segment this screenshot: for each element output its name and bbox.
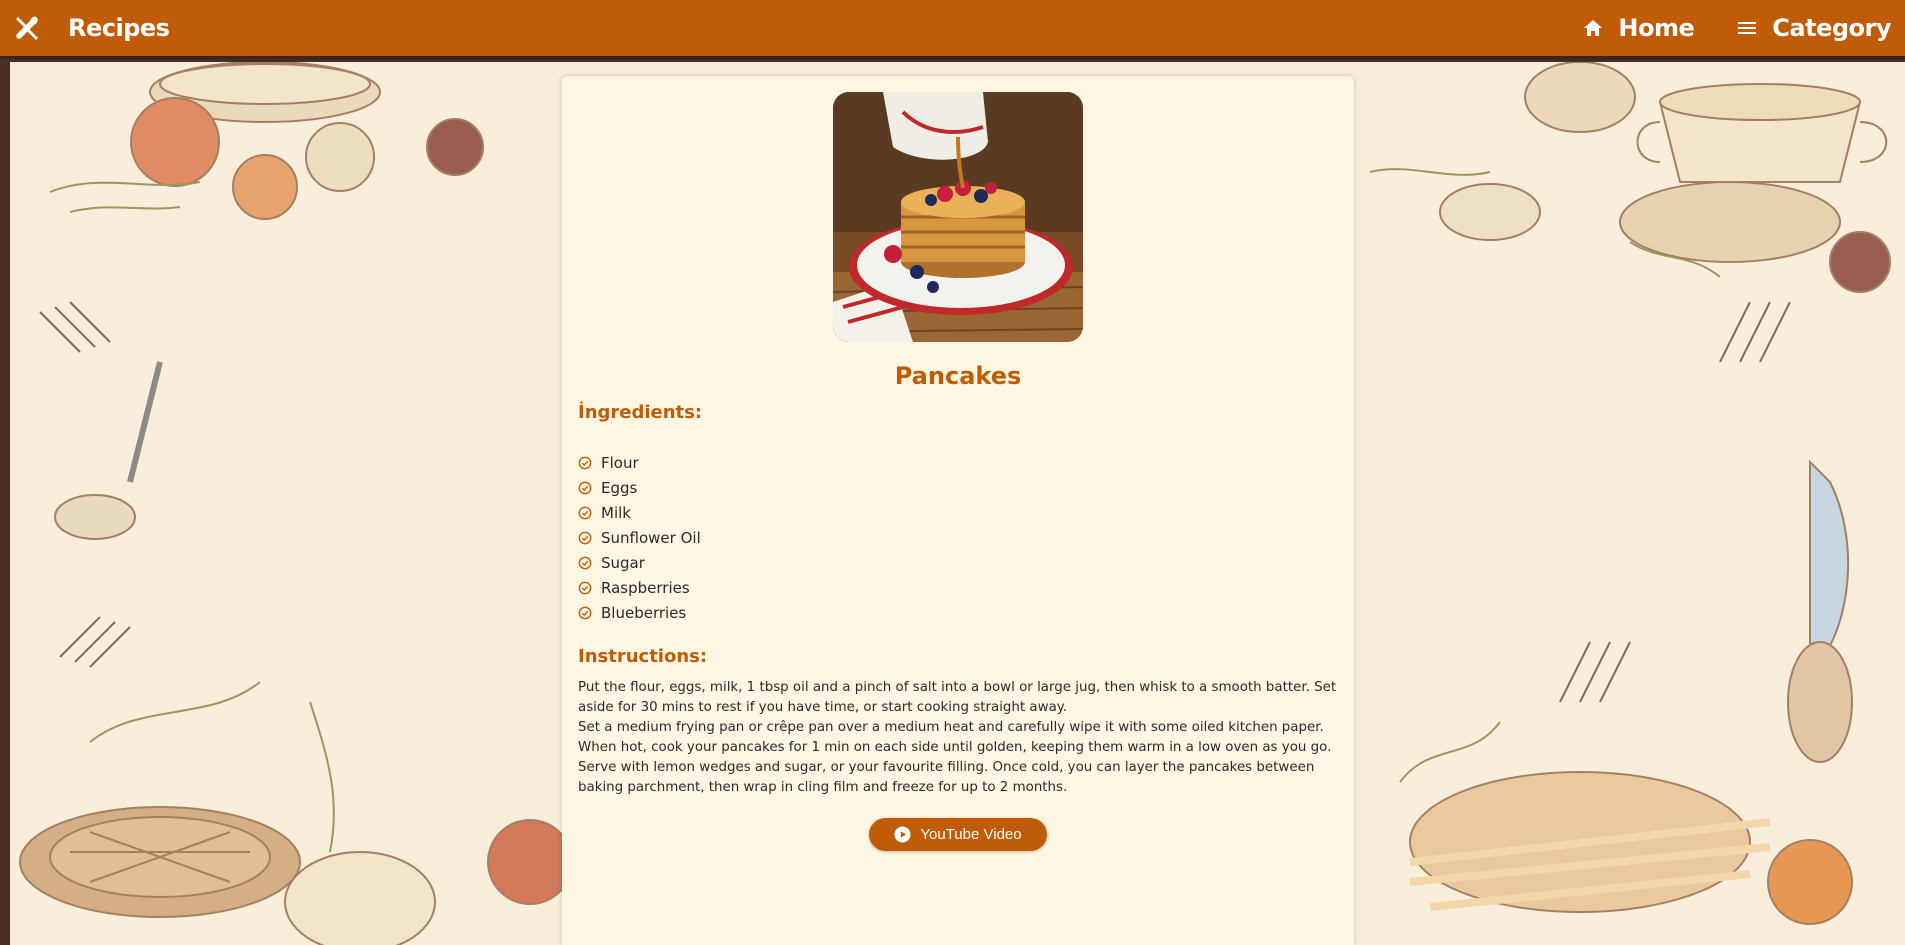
check-circle-icon: [578, 481, 592, 494]
ingredient-item: Milk: [578, 500, 701, 525]
nav-category-link[interactable]: Category: [1736, 14, 1891, 42]
check-circle-icon: [578, 606, 592, 619]
nav-home-link[interactable]: Home: [1582, 14, 1695, 42]
ingredient-label: Eggs: [601, 478, 638, 497]
ingredients-heading: İngredients:: [578, 402, 703, 423]
instruction-step: Put the flour, eggs, milk, 1 tbsp oil an…: [578, 680, 1337, 715]
instruction-step: Set a medium frying pan or crêpe pan ove…: [578, 720, 1332, 755]
ingredient-item: Flour: [578, 450, 701, 475]
pancakes-photo: [833, 92, 1083, 342]
nav-category-label: Category: [1772, 14, 1891, 42]
ingredient-item: Blueberries: [578, 600, 701, 625]
ingredient-item: Sugar: [578, 550, 701, 575]
brand-link[interactable]: Recipes: [14, 14, 170, 42]
ingredient-label: Sugar: [601, 553, 645, 572]
brand-title: Recipes: [68, 14, 170, 42]
check-circle-icon: [578, 456, 592, 469]
ingredient-label: Raspberries: [601, 578, 690, 597]
check-circle-icon: [578, 581, 592, 594]
fork-knife-icon: [16, 16, 38, 40]
ingredient-label: Milk: [601, 503, 631, 522]
ingredient-item: Raspberries: [578, 575, 701, 600]
youtube-video-label: YouTube Video: [920, 826, 1022, 843]
menu-icon: [1738, 22, 1757, 34]
recipe-title: Pancakes: [894, 362, 1022, 390]
instruction-step: Serve with lemon wedges and sugar, or yo…: [578, 760, 1315, 795]
instructions-heading: Instructions:: [578, 646, 708, 667]
nav-home-label: Home: [1618, 14, 1695, 42]
home-icon: [1584, 20, 1603, 36]
ingredients-list: Flour Eggs Milk Sunflower Oil Sugar Rasp…: [578, 450, 701, 625]
ingredient-item: Sunflower Oil: [578, 525, 701, 550]
check-circle-icon: [578, 506, 592, 519]
check-circle-icon: [578, 531, 592, 544]
recipe-card: Pancakes İngredients: Flour Eggs Milk Su…: [562, 76, 1354, 945]
check-circle-icon: [578, 556, 592, 569]
top-navbar: Recipes Home Category: [0, 0, 1905, 56]
youtube-video-button[interactable]: YouTube Video: [869, 818, 1047, 851]
ingredient-label: Blueberries: [601, 603, 687, 622]
instructions-text: Put the flour, eggs, milk, 1 tbsp oil an…: [578, 678, 1340, 798]
recipe-image: [833, 92, 1083, 342]
ingredient-label: Flour: [601, 453, 639, 472]
play-circle-icon: [894, 826, 911, 843]
ingredient-item: Eggs: [578, 475, 701, 500]
ingredient-label: Sunflower Oil: [601, 528, 701, 547]
nav-links: Home Category: [1540, 14, 1891, 42]
